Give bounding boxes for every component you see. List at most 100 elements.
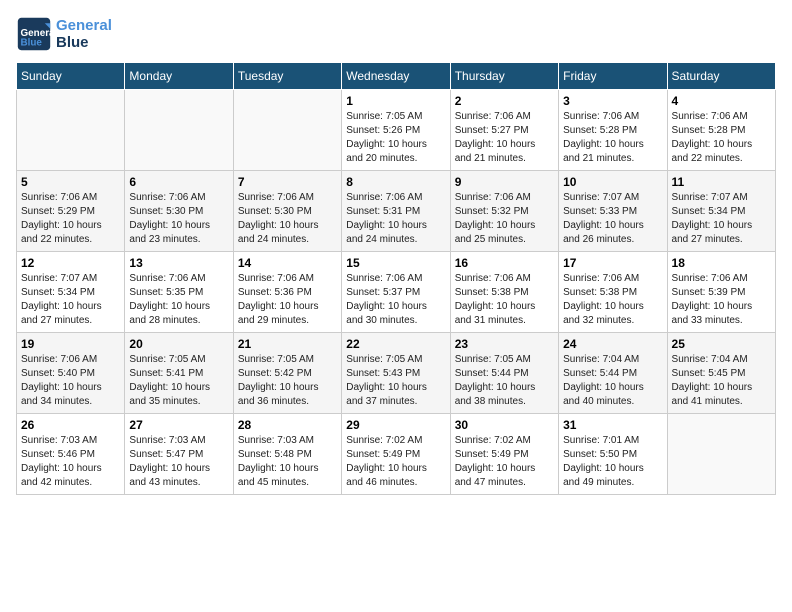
calendar-cell: 9 Sunrise: 7:06 AM Sunset: 5:32 PM Dayli… [450, 171, 558, 252]
day-number: 16 [455, 256, 554, 270]
day-info: Sunrise: 7:06 AM Sunset: 5:28 PM Dayligh… [672, 110, 771, 166]
calendar-cell: 1 Sunrise: 7:05 AM Sunset: 5:26 PM Dayli… [342, 90, 450, 171]
day-info: Sunrise: 7:05 AM Sunset: 5:43 PM Dayligh… [346, 353, 445, 409]
day-info: Sunrise: 7:06 AM Sunset: 5:29 PM Dayligh… [21, 191, 120, 247]
calendar-cell: 6 Sunrise: 7:06 AM Sunset: 5:30 PM Dayli… [125, 171, 233, 252]
calendar-cell: 5 Sunrise: 7:06 AM Sunset: 5:29 PM Dayli… [17, 171, 125, 252]
day-number: 27 [129, 418, 228, 432]
calendar-cell: 23 Sunrise: 7:05 AM Sunset: 5:44 PM Dayl… [450, 333, 558, 414]
day-number: 7 [238, 175, 337, 189]
day-info: Sunrise: 7:05 AM Sunset: 5:44 PM Dayligh… [455, 353, 554, 409]
weekday-header-saturday: Saturday [667, 63, 775, 90]
day-number: 22 [346, 337, 445, 351]
calendar-cell [17, 90, 125, 171]
day-info: Sunrise: 7:06 AM Sunset: 5:31 PM Dayligh… [346, 191, 445, 247]
calendar-cell: 25 Sunrise: 7:04 AM Sunset: 5:45 PM Dayl… [667, 333, 775, 414]
day-number: 9 [455, 175, 554, 189]
calendar-cell [233, 90, 341, 171]
calendar-cell: 10 Sunrise: 7:07 AM Sunset: 5:33 PM Dayl… [559, 171, 667, 252]
weekday-header-thursday: Thursday [450, 63, 558, 90]
calendar-cell [125, 90, 233, 171]
weekday-header-friday: Friday [559, 63, 667, 90]
page-header: General Blue GeneralBlue [16, 16, 776, 52]
day-number: 14 [238, 256, 337, 270]
day-info: Sunrise: 7:06 AM Sunset: 5:30 PM Dayligh… [238, 191, 337, 247]
day-info: Sunrise: 7:06 AM Sunset: 5:38 PM Dayligh… [563, 272, 662, 328]
day-number: 19 [21, 337, 120, 351]
day-info: Sunrise: 7:04 AM Sunset: 5:45 PM Dayligh… [672, 353, 771, 409]
calendar-cell: 30 Sunrise: 7:02 AM Sunset: 5:49 PM Dayl… [450, 414, 558, 495]
day-number: 17 [563, 256, 662, 270]
day-info: Sunrise: 7:07 AM Sunset: 5:34 PM Dayligh… [672, 191, 771, 247]
day-number: 28 [238, 418, 337, 432]
weekday-header-sunday: Sunday [17, 63, 125, 90]
calendar-cell: 11 Sunrise: 7:07 AM Sunset: 5:34 PM Dayl… [667, 171, 775, 252]
day-number: 21 [238, 337, 337, 351]
day-info: Sunrise: 7:06 AM Sunset: 5:27 PM Dayligh… [455, 110, 554, 166]
weekday-header-monday: Monday [125, 63, 233, 90]
logo-icon: General Blue [16, 16, 52, 52]
day-number: 8 [346, 175, 445, 189]
calendar-cell: 18 Sunrise: 7:06 AM Sunset: 5:39 PM Dayl… [667, 252, 775, 333]
calendar-cell: 4 Sunrise: 7:06 AM Sunset: 5:28 PM Dayli… [667, 90, 775, 171]
calendar-cell: 24 Sunrise: 7:04 AM Sunset: 5:44 PM Dayl… [559, 333, 667, 414]
day-number: 1 [346, 94, 445, 108]
day-number: 20 [129, 337, 228, 351]
calendar-cell: 7 Sunrise: 7:06 AM Sunset: 5:30 PM Dayli… [233, 171, 341, 252]
day-number: 15 [346, 256, 445, 270]
calendar: SundayMondayTuesdayWednesdayThursdayFrid… [16, 62, 776, 495]
day-info: Sunrise: 7:02 AM Sunset: 5:49 PM Dayligh… [455, 434, 554, 490]
day-number: 10 [563, 175, 662, 189]
day-info: Sunrise: 7:06 AM Sunset: 5:39 PM Dayligh… [672, 272, 771, 328]
day-number: 2 [455, 94, 554, 108]
calendar-cell: 16 Sunrise: 7:06 AM Sunset: 5:38 PM Dayl… [450, 252, 558, 333]
logo: General Blue GeneralBlue [16, 16, 112, 52]
calendar-cell: 3 Sunrise: 7:06 AM Sunset: 5:28 PM Dayli… [559, 90, 667, 171]
day-number: 11 [672, 175, 771, 189]
day-info: Sunrise: 7:05 AM Sunset: 5:41 PM Dayligh… [129, 353, 228, 409]
calendar-cell: 26 Sunrise: 7:03 AM Sunset: 5:46 PM Dayl… [17, 414, 125, 495]
day-number: 5 [21, 175, 120, 189]
day-info: Sunrise: 7:02 AM Sunset: 5:49 PM Dayligh… [346, 434, 445, 490]
day-number: 23 [455, 337, 554, 351]
day-number: 29 [346, 418, 445, 432]
calendar-cell: 19 Sunrise: 7:06 AM Sunset: 5:40 PM Dayl… [17, 333, 125, 414]
day-number: 30 [455, 418, 554, 432]
day-info: Sunrise: 7:06 AM Sunset: 5:35 PM Dayligh… [129, 272, 228, 328]
calendar-cell: 12 Sunrise: 7:07 AM Sunset: 5:34 PM Dayl… [17, 252, 125, 333]
calendar-cell: 31 Sunrise: 7:01 AM Sunset: 5:50 PM Dayl… [559, 414, 667, 495]
day-info: Sunrise: 7:06 AM Sunset: 5:38 PM Dayligh… [455, 272, 554, 328]
calendar-cell: 27 Sunrise: 7:03 AM Sunset: 5:47 PM Dayl… [125, 414, 233, 495]
logo-text: GeneralBlue [56, 17, 112, 51]
day-number: 18 [672, 256, 771, 270]
day-info: Sunrise: 7:06 AM Sunset: 5:37 PM Dayligh… [346, 272, 445, 328]
weekday-header-tuesday: Tuesday [233, 63, 341, 90]
calendar-cell: 17 Sunrise: 7:06 AM Sunset: 5:38 PM Dayl… [559, 252, 667, 333]
calendar-cell: 2 Sunrise: 7:06 AM Sunset: 5:27 PM Dayli… [450, 90, 558, 171]
day-number: 4 [672, 94, 771, 108]
day-number: 31 [563, 418, 662, 432]
calendar-cell: 20 Sunrise: 7:05 AM Sunset: 5:41 PM Dayl… [125, 333, 233, 414]
calendar-cell: 14 Sunrise: 7:06 AM Sunset: 5:36 PM Dayl… [233, 252, 341, 333]
calendar-cell: 28 Sunrise: 7:03 AM Sunset: 5:48 PM Dayl… [233, 414, 341, 495]
day-info: Sunrise: 7:03 AM Sunset: 5:48 PM Dayligh… [238, 434, 337, 490]
day-info: Sunrise: 7:06 AM Sunset: 5:32 PM Dayligh… [455, 191, 554, 247]
calendar-cell: 15 Sunrise: 7:06 AM Sunset: 5:37 PM Dayl… [342, 252, 450, 333]
day-info: Sunrise: 7:04 AM Sunset: 5:44 PM Dayligh… [563, 353, 662, 409]
day-info: Sunrise: 7:05 AM Sunset: 5:26 PM Dayligh… [346, 110, 445, 166]
day-info: Sunrise: 7:01 AM Sunset: 5:50 PM Dayligh… [563, 434, 662, 490]
day-info: Sunrise: 7:06 AM Sunset: 5:30 PM Dayligh… [129, 191, 228, 247]
day-info: Sunrise: 7:03 AM Sunset: 5:46 PM Dayligh… [21, 434, 120, 490]
svg-text:Blue: Blue [21, 38, 43, 49]
calendar-cell [667, 414, 775, 495]
day-info: Sunrise: 7:06 AM Sunset: 5:28 PM Dayligh… [563, 110, 662, 166]
day-number: 6 [129, 175, 228, 189]
day-number: 3 [563, 94, 662, 108]
day-number: 13 [129, 256, 228, 270]
calendar-cell: 8 Sunrise: 7:06 AM Sunset: 5:31 PM Dayli… [342, 171, 450, 252]
day-info: Sunrise: 7:03 AM Sunset: 5:47 PM Dayligh… [129, 434, 228, 490]
calendar-cell: 21 Sunrise: 7:05 AM Sunset: 5:42 PM Dayl… [233, 333, 341, 414]
day-number: 12 [21, 256, 120, 270]
calendar-cell: 22 Sunrise: 7:05 AM Sunset: 5:43 PM Dayl… [342, 333, 450, 414]
day-info: Sunrise: 7:06 AM Sunset: 5:40 PM Dayligh… [21, 353, 120, 409]
